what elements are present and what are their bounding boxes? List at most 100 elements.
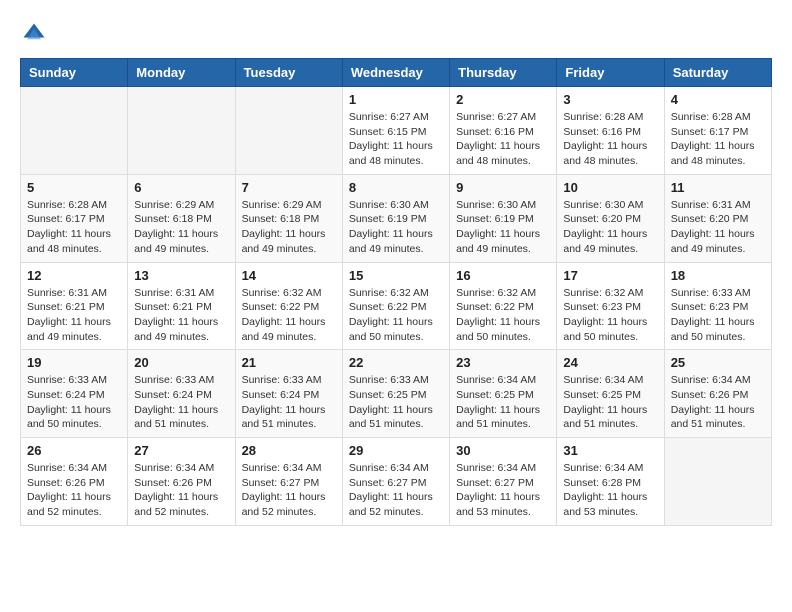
day-info: Sunrise: 6:34 AM Sunset: 6:26 PM Dayligh… xyxy=(671,373,765,432)
day-info: Sunrise: 6:31 AM Sunset: 6:20 PM Dayligh… xyxy=(671,198,765,257)
day-info: Sunrise: 6:28 AM Sunset: 6:16 PM Dayligh… xyxy=(563,110,657,169)
calendar-week-row: 19 Sunrise: 6:33 AM Sunset: 6:24 PM Dayli… xyxy=(21,350,772,438)
calendar-cell: 8 Sunrise: 6:30 AM Sunset: 6:19 PM Daylig… xyxy=(342,174,449,262)
day-number: 14 xyxy=(242,268,336,283)
day-info: Sunrise: 6:33 AM Sunset: 6:23 PM Dayligh… xyxy=(671,286,765,345)
day-info: Sunrise: 6:34 AM Sunset: 6:25 PM Dayligh… xyxy=(456,373,550,432)
calendar-cell: 18 Sunrise: 6:33 AM Sunset: 6:23 PM Dayli… xyxy=(664,262,771,350)
calendar-cell xyxy=(664,438,771,526)
calendar-cell: 4 Sunrise: 6:28 AM Sunset: 6:17 PM Daylig… xyxy=(664,87,771,175)
day-info: Sunrise: 6:33 AM Sunset: 6:24 PM Dayligh… xyxy=(27,373,121,432)
calendar-cell xyxy=(235,87,342,175)
day-number: 8 xyxy=(349,180,443,195)
day-number: 4 xyxy=(671,92,765,107)
day-number: 19 xyxy=(27,355,121,370)
day-number: 28 xyxy=(242,443,336,458)
day-number: 5 xyxy=(27,180,121,195)
calendar-week-row: 5 Sunrise: 6:28 AM Sunset: 6:17 PM Daylig… xyxy=(21,174,772,262)
calendar-cell: 5 Sunrise: 6:28 AM Sunset: 6:17 PM Daylig… xyxy=(21,174,128,262)
day-number: 24 xyxy=(563,355,657,370)
day-number: 18 xyxy=(671,268,765,283)
day-info: Sunrise: 6:27 AM Sunset: 6:15 PM Dayligh… xyxy=(349,110,443,169)
logo-icon xyxy=(20,20,48,48)
day-number: 10 xyxy=(563,180,657,195)
day-info: Sunrise: 6:30 AM Sunset: 6:19 PM Dayligh… xyxy=(456,198,550,257)
page-header xyxy=(20,20,772,48)
calendar-cell: 25 Sunrise: 6:34 AM Sunset: 6:26 PM Dayli… xyxy=(664,350,771,438)
day-info: Sunrise: 6:34 AM Sunset: 6:27 PM Dayligh… xyxy=(456,461,550,520)
day-header-tuesday: Tuesday xyxy=(235,59,342,87)
day-number: 6 xyxy=(134,180,228,195)
calendar-week-row: 1 Sunrise: 6:27 AM Sunset: 6:15 PM Daylig… xyxy=(21,87,772,175)
calendar-cell: 6 Sunrise: 6:29 AM Sunset: 6:18 PM Daylig… xyxy=(128,174,235,262)
day-number: 30 xyxy=(456,443,550,458)
day-header-wednesday: Wednesday xyxy=(342,59,449,87)
day-info: Sunrise: 6:34 AM Sunset: 6:28 PM Dayligh… xyxy=(563,461,657,520)
day-info: Sunrise: 6:32 AM Sunset: 6:22 PM Dayligh… xyxy=(456,286,550,345)
day-number: 1 xyxy=(349,92,443,107)
calendar-cell: 13 Sunrise: 6:31 AM Sunset: 6:21 PM Dayli… xyxy=(128,262,235,350)
logo xyxy=(20,20,52,48)
day-header-thursday: Thursday xyxy=(450,59,557,87)
calendar-cell xyxy=(21,87,128,175)
calendar-cell: 21Sunrise: 6:33 AM Sunset: 6:24 PM Dayli… xyxy=(235,350,342,438)
day-number: 20 xyxy=(134,355,228,370)
calendar-table: SundayMondayTuesdayWednesdayThursdayFrid… xyxy=(20,58,772,526)
day-header-saturday: Saturday xyxy=(664,59,771,87)
calendar-cell: 20Sunrise: 6:33 AM Sunset: 6:24 PM Dayli… xyxy=(128,350,235,438)
calendar-cell: 22 Sunrise: 6:33 AM Sunset: 6:25 PM Dayli… xyxy=(342,350,449,438)
calendar-cell: 7 Sunrise: 6:29 AM Sunset: 6:18 PM Daylig… xyxy=(235,174,342,262)
day-number: 31 xyxy=(563,443,657,458)
day-info: Sunrise: 6:33 AM Sunset: 6:24 PM Dayligh… xyxy=(242,373,336,432)
day-info: Sunrise: 6:32 AM Sunset: 6:22 PM Dayligh… xyxy=(242,286,336,345)
day-info: Sunrise: 6:32 AM Sunset: 6:22 PM Dayligh… xyxy=(349,286,443,345)
calendar-cell: 30 Sunrise: 6:34 AM Sunset: 6:27 PM Dayli… xyxy=(450,438,557,526)
day-info: Sunrise: 6:29 AM Sunset: 6:18 PM Dayligh… xyxy=(134,198,228,257)
day-number: 27 xyxy=(134,443,228,458)
day-number: 7 xyxy=(242,180,336,195)
calendar-cell: 16 Sunrise: 6:32 AM Sunset: 6:22 PM Dayli… xyxy=(450,262,557,350)
day-number: 25 xyxy=(671,355,765,370)
day-info: Sunrise: 6:34 AM Sunset: 6:25 PM Dayligh… xyxy=(563,373,657,432)
day-number: 9 xyxy=(456,180,550,195)
day-info: Sunrise: 6:28 AM Sunset: 6:17 PM Dayligh… xyxy=(671,110,765,169)
day-number: 26 xyxy=(27,443,121,458)
calendar-cell: 11Sunrise: 6:31 AM Sunset: 6:20 PM Dayli… xyxy=(664,174,771,262)
calendar-week-row: 12Sunrise: 6:31 AM Sunset: 6:21 PM Dayli… xyxy=(21,262,772,350)
day-info: Sunrise: 6:32 AM Sunset: 6:23 PM Dayligh… xyxy=(563,286,657,345)
day-info: Sunrise: 6:31 AM Sunset: 6:21 PM Dayligh… xyxy=(27,286,121,345)
calendar-cell: 23 Sunrise: 6:34 AM Sunset: 6:25 PM Dayli… xyxy=(450,350,557,438)
day-number: 22 xyxy=(349,355,443,370)
day-info: Sunrise: 6:34 AM Sunset: 6:27 PM Dayligh… xyxy=(242,461,336,520)
calendar-cell: 28 Sunrise: 6:34 AM Sunset: 6:27 PM Dayli… xyxy=(235,438,342,526)
day-info: Sunrise: 6:34 AM Sunset: 6:26 PM Dayligh… xyxy=(27,461,121,520)
day-info: Sunrise: 6:34 AM Sunset: 6:27 PM Dayligh… xyxy=(349,461,443,520)
day-info: Sunrise: 6:29 AM Sunset: 6:18 PM Dayligh… xyxy=(242,198,336,257)
day-number: 3 xyxy=(563,92,657,107)
calendar-cell: 14 Sunrise: 6:32 AM Sunset: 6:22 PM Dayli… xyxy=(235,262,342,350)
calendar-cell: 26 Sunrise: 6:34 AM Sunset: 6:26 PM Dayli… xyxy=(21,438,128,526)
calendar-cell: 29Sunrise: 6:34 AM Sunset: 6:27 PM Dayli… xyxy=(342,438,449,526)
calendar-cell: 2Sunrise: 6:27 AM Sunset: 6:16 PM Daylig… xyxy=(450,87,557,175)
calendar-cell: 27 Sunrise: 6:34 AM Sunset: 6:26 PM Dayli… xyxy=(128,438,235,526)
day-info: Sunrise: 6:33 AM Sunset: 6:25 PM Dayligh… xyxy=(349,373,443,432)
day-number: 23 xyxy=(456,355,550,370)
calendar-cell: 9 Sunrise: 6:30 AM Sunset: 6:19 PM Daylig… xyxy=(450,174,557,262)
calendar-cell: 3 Sunrise: 6:28 AM Sunset: 6:16 PM Daylig… xyxy=(557,87,664,175)
day-number: 15 xyxy=(349,268,443,283)
calendar-cell: 15 Sunrise: 6:32 AM Sunset: 6:22 PM Dayli… xyxy=(342,262,449,350)
calendar-cell: 17Sunrise: 6:32 AM Sunset: 6:23 PM Dayli… xyxy=(557,262,664,350)
day-info: Sunrise: 6:31 AM Sunset: 6:21 PM Dayligh… xyxy=(134,286,228,345)
day-number: 16 xyxy=(456,268,550,283)
day-info: Sunrise: 6:28 AM Sunset: 6:17 PM Dayligh… xyxy=(27,198,121,257)
calendar-cell: 1 Sunrise: 6:27 AM Sunset: 6:15 PM Daylig… xyxy=(342,87,449,175)
day-info: Sunrise: 6:30 AM Sunset: 6:20 PM Dayligh… xyxy=(563,198,657,257)
day-info: Sunrise: 6:30 AM Sunset: 6:19 PM Dayligh… xyxy=(349,198,443,257)
day-number: 13 xyxy=(134,268,228,283)
calendar-week-row: 26 Sunrise: 6:34 AM Sunset: 6:26 PM Dayli… xyxy=(21,438,772,526)
calendar-header-row: SundayMondayTuesdayWednesdayThursdayFrid… xyxy=(21,59,772,87)
day-info: Sunrise: 6:34 AM Sunset: 6:26 PM Dayligh… xyxy=(134,461,228,520)
day-info: Sunrise: 6:27 AM Sunset: 6:16 PM Dayligh… xyxy=(456,110,550,169)
calendar-cell: 12Sunrise: 6:31 AM Sunset: 6:21 PM Dayli… xyxy=(21,262,128,350)
calendar-cell: 24 Sunrise: 6:34 AM Sunset: 6:25 PM Dayli… xyxy=(557,350,664,438)
